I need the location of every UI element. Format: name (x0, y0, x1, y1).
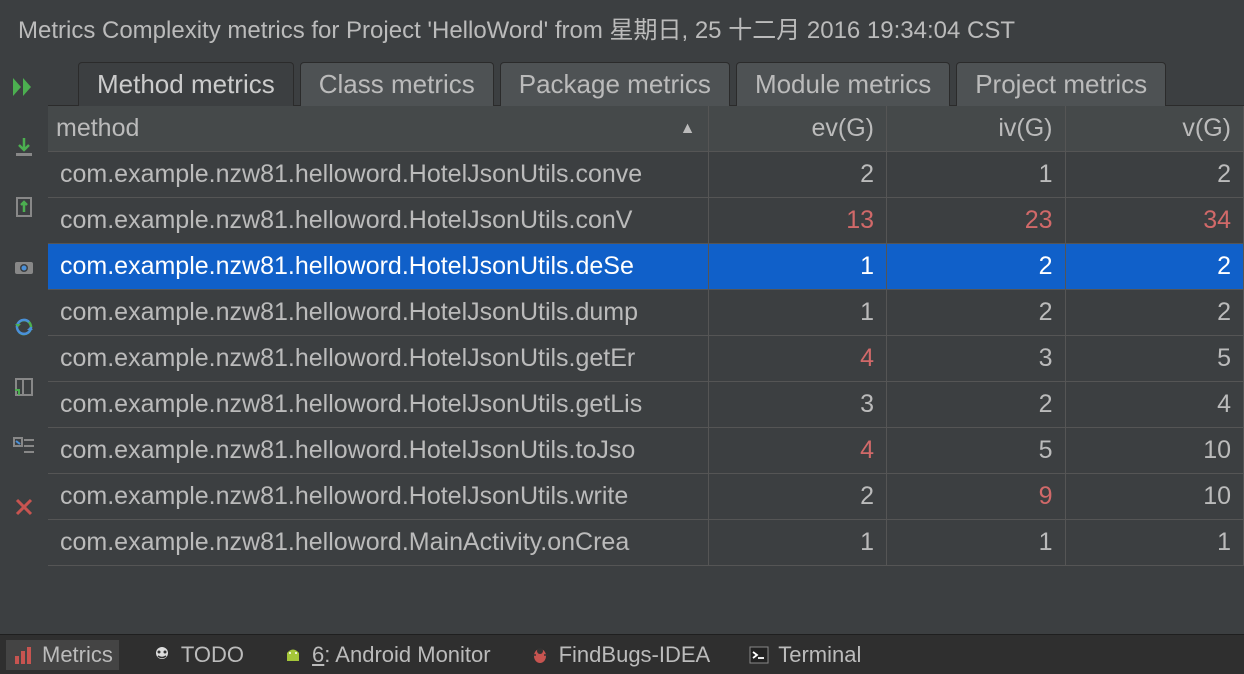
bottom-tab-label: TODO (181, 642, 244, 668)
cell-ivg: 1 (887, 520, 1066, 566)
table-header-row: method ▲ ev(G) iv(G) v(G) (48, 106, 1244, 152)
cell-evg: 1 (708, 290, 887, 336)
bottom-tool-bar: Metrics TODO 6: Android Monitor FindBugs… (0, 634, 1244, 674)
main-area: Method metrics Class metrics Package met… (0, 55, 1244, 634)
cell-method: com.example.nzw81.helloword.HotelJsonUti… (48, 152, 708, 198)
cell-evg: 13 (708, 198, 887, 244)
column-label: v(G) (1182, 114, 1231, 143)
todo-icon (151, 644, 173, 666)
metrics-table-wrap: method ▲ ev(G) iv(G) v(G) com.example.nz… (48, 105, 1244, 634)
cell-ivg: 5 (887, 428, 1066, 474)
settings-icon[interactable] (10, 433, 38, 461)
cell-method: com.example.nzw81.helloword.HotelJsonUti… (48, 382, 708, 428)
refresh-icon[interactable] (10, 313, 38, 341)
column-label: method (56, 114, 139, 143)
cell-evg: 2 (708, 474, 887, 520)
terminal-icon (748, 644, 770, 666)
tab-package-metrics[interactable]: Package metrics (500, 62, 730, 106)
cell-vg: 10 (1065, 474, 1244, 520)
cell-ivg: 23 (887, 198, 1066, 244)
import-icon[interactable] (10, 133, 38, 161)
cell-evg: 4 (708, 428, 887, 474)
bottom-tab-android-monitor[interactable]: 6: Android Monitor (276, 640, 497, 670)
bottom-tab-terminal[interactable]: Terminal (742, 640, 867, 670)
bottom-tab-todo[interactable]: TODO (145, 640, 250, 670)
metrics-tabs: Method metrics Class metrics Package met… (48, 55, 1244, 105)
panel-title: Metrics Complexity metrics for Project '… (0, 0, 1244, 55)
sort-ascending-icon: ▲ (680, 120, 696, 138)
content-area: Method metrics Class metrics Package met… (48, 55, 1244, 634)
cell-vg: 10 (1065, 428, 1244, 474)
bar-chart-icon (12, 644, 34, 666)
cell-vg: 2 (1065, 244, 1244, 290)
tab-project-metrics[interactable]: Project metrics (956, 62, 1166, 106)
column-header-method[interactable]: method ▲ (48, 106, 708, 152)
table-row[interactable]: com.example.nzw81.helloword.HotelJsonUti… (48, 290, 1244, 336)
cell-vg: 5 (1065, 336, 1244, 382)
left-toolbar (0, 55, 48, 634)
cell-ivg: 3 (887, 336, 1066, 382)
log-icon[interactable] (10, 373, 38, 401)
cell-vg: 1 (1065, 520, 1244, 566)
cell-vg: 4 (1065, 382, 1244, 428)
cell-method: com.example.nzw81.helloword.MainActivity… (48, 520, 708, 566)
cell-method: com.example.nzw81.helloword.HotelJsonUti… (48, 428, 708, 474)
tab-method-metrics[interactable]: Method metrics (78, 62, 294, 106)
cell-evg: 3 (708, 382, 887, 428)
cell-method: com.example.nzw81.helloword.HotelJsonUti… (48, 336, 708, 382)
cell-evg: 4 (708, 336, 887, 382)
android-icon (282, 644, 304, 666)
cell-method: com.example.nzw81.helloword.HotelJsonUti… (48, 290, 708, 336)
tab-class-metrics[interactable]: Class metrics (300, 62, 494, 106)
cell-vg: 34 (1065, 198, 1244, 244)
cell-vg: 2 (1065, 152, 1244, 198)
export-icon[interactable] (10, 193, 38, 221)
cell-ivg: 2 (887, 244, 1066, 290)
metrics-table: method ▲ ev(G) iv(G) v(G) com.example.nz… (48, 106, 1244, 566)
close-icon[interactable] (10, 493, 38, 521)
table-row[interactable]: com.example.nzw81.helloword.HotelJsonUti… (48, 152, 1244, 198)
cell-method: com.example.nzw81.helloword.HotelJsonUti… (48, 474, 708, 520)
cell-evg: 2 (708, 152, 887, 198)
cell-vg: 2 (1065, 290, 1244, 336)
table-row[interactable]: com.example.nzw81.helloword.HotelJsonUti… (48, 244, 1244, 290)
cell-evg: 1 (708, 520, 887, 566)
column-header-ivg[interactable]: iv(G) (887, 106, 1066, 152)
column-label: iv(G) (998, 114, 1052, 143)
cell-method: com.example.nzw81.helloword.HotelJsonUti… (48, 198, 708, 244)
bottom-tab-label: FindBugs-IDEA (559, 642, 711, 668)
cell-ivg: 2 (887, 290, 1066, 336)
snapshot-icon[interactable] (10, 253, 38, 281)
run-icon[interactable] (10, 73, 38, 101)
cell-ivg: 1 (887, 152, 1066, 198)
bug-icon (529, 644, 551, 666)
column-header-evg[interactable]: ev(G) (708, 106, 887, 152)
column-label: ev(G) (812, 114, 875, 143)
table-row[interactable]: com.example.nzw81.helloword.HotelJsonUti… (48, 428, 1244, 474)
table-row[interactable]: com.example.nzw81.helloword.HotelJsonUti… (48, 474, 1244, 520)
bottom-tab-label: Terminal (778, 642, 861, 668)
bottom-tab-metrics[interactable]: Metrics (6, 640, 119, 670)
cell-ivg: 2 (887, 382, 1066, 428)
table-row[interactable]: com.example.nzw81.helloword.MainActivity… (48, 520, 1244, 566)
table-row[interactable]: com.example.nzw81.helloword.HotelJsonUti… (48, 336, 1244, 382)
bottom-tab-label: Metrics (42, 642, 113, 668)
cell-ivg: 9 (887, 474, 1066, 520)
table-row[interactable]: com.example.nzw81.helloword.HotelJsonUti… (48, 198, 1244, 244)
table-row[interactable]: com.example.nzw81.helloword.HotelJsonUti… (48, 382, 1244, 428)
column-header-vg[interactable]: v(G) (1065, 106, 1244, 152)
cell-method: com.example.nzw81.helloword.HotelJsonUti… (48, 244, 708, 290)
tab-module-metrics[interactable]: Module metrics (736, 62, 950, 106)
bottom-tab-findbugs[interactable]: FindBugs-IDEA (523, 640, 717, 670)
bottom-tab-label: 6: Android Monitor (312, 642, 491, 668)
cell-evg: 1 (708, 244, 887, 290)
